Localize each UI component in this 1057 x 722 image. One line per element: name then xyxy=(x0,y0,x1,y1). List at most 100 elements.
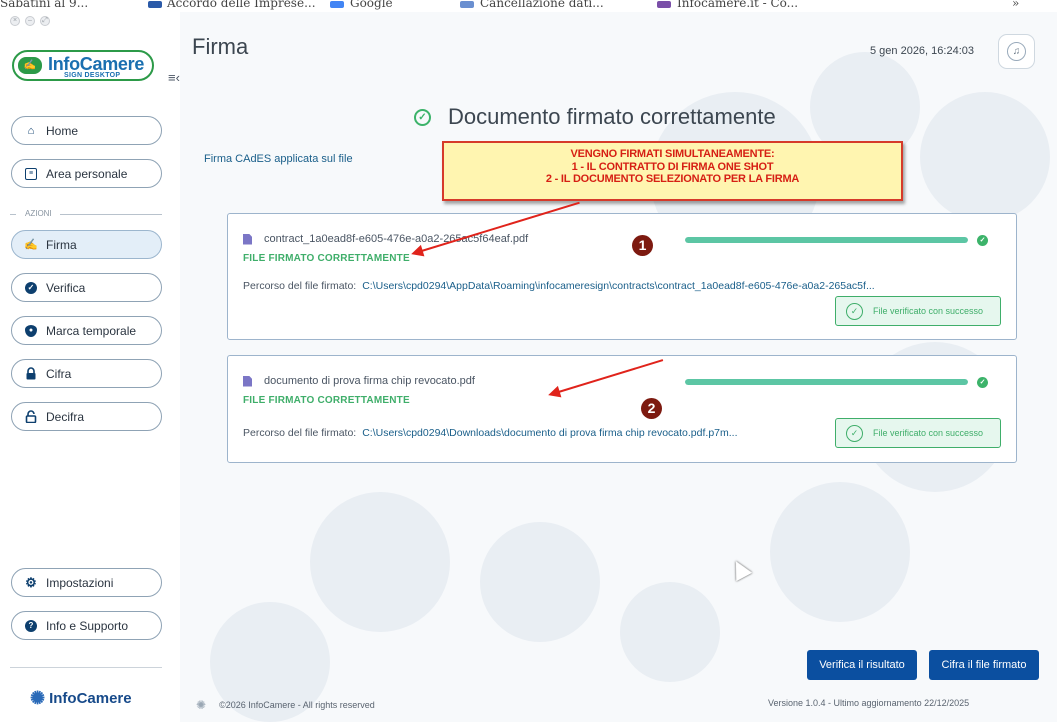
path-label: Percorso del file firmato: xyxy=(243,427,357,439)
check-circle-icon: ✓ xyxy=(846,424,863,442)
sidebar: × – ⤢ ✍ InfoCamere SIGN DESKTOP ≡‹ ⌂ Hom… xyxy=(0,12,180,722)
annotation-line: 1 - IL CONTRATTO DI FIRMA ONE SHOT xyxy=(571,160,774,173)
gear-icon: ⚙ xyxy=(25,574,37,590)
verified-badge[interactable]: ✓ File verificato con successo xyxy=(835,418,1001,448)
path-value[interactable]: C:\Users\cpd0294\AppData\Roaming\infocam… xyxy=(362,280,874,292)
progress-fill xyxy=(685,237,968,243)
bookmark-item[interactable]: Sabatini al 9... xyxy=(0,0,88,10)
signing-progress-bar xyxy=(685,379,968,385)
background-decoration xyxy=(310,492,450,632)
sidebar-item-label: Cifra xyxy=(46,366,72,381)
background-decoration xyxy=(920,92,1050,222)
annotation-marker-1: 1 xyxy=(632,235,653,256)
page-title: Firma xyxy=(192,34,249,59)
signed-file-path: Percorso del file firmato: C:\Users\cpd02… xyxy=(243,427,738,439)
file-status: FILE FIRMATO CORRETTAMENTE xyxy=(243,253,410,264)
notifications-button[interactable]: ♫ xyxy=(998,34,1035,69)
footer-brand: InfoCamere xyxy=(49,690,132,707)
bookmark-item[interactable]: Google xyxy=(350,0,393,10)
verified-badge[interactable]: ✓ File verificato con successo xyxy=(835,296,1001,326)
home-icon: ⌂ xyxy=(27,124,35,137)
annotation-callout: VENGNO FIRMATI SIMULTANEAMENTE: 1 - IL C… xyxy=(442,141,903,201)
sidebar-item-marca-temporale[interactable]: ● Marca temporale xyxy=(11,316,162,345)
signature-type-label: Firma CAdES applicata sul file xyxy=(204,153,353,165)
actions-section-header: AZIONI xyxy=(10,208,162,220)
id-card-icon: ≡ xyxy=(25,167,37,180)
bookmark-icon xyxy=(460,1,474,8)
check-icon: ✓ xyxy=(977,235,988,246)
lock-icon xyxy=(25,367,37,380)
section-label: AZIONI xyxy=(25,209,52,218)
sidebar-item-area-personale[interactable]: ≡ Area personale xyxy=(11,159,162,188)
file-name: contract_1a0ead8f-e605-476e-a0a2-265ac5f… xyxy=(243,233,528,245)
verified-text: File verificato con successo xyxy=(873,428,984,438)
close-window-icon[interactable]: × xyxy=(10,16,20,26)
file-icon xyxy=(243,233,252,245)
signed-file-card: contract_1a0ead8f-e605-476e-a0a2-265ac5f… xyxy=(227,213,1017,340)
file-icon xyxy=(243,375,252,387)
bookmark-item[interactable]: Infocamere.it - Co... xyxy=(677,0,798,10)
window-controls: × – ⤢ xyxy=(10,16,50,26)
sidebar-item-label: Decifra xyxy=(46,409,85,424)
verify-result-button[interactable]: Verifica il risultato xyxy=(807,650,917,680)
minimize-window-icon[interactable]: – xyxy=(25,16,35,26)
sidebar-item-cifra[interactable]: Cifra xyxy=(11,359,162,388)
bookmarks-more-icon[interactable]: » xyxy=(1012,0,1019,10)
sidebar-item-label: Area personale xyxy=(46,166,128,181)
app-window: × – ⤢ ✍ InfoCamere SIGN DESKTOP ≡‹ ⌂ Hom… xyxy=(0,12,1057,722)
copyright: ✺ ©2026 InfoCamere - All rights reserved xyxy=(196,698,375,712)
sidebar-item-label: Impostazioni xyxy=(46,575,114,590)
sidebar-item-label: Firma xyxy=(46,237,77,252)
sidebar-item-label: Info e Supporto xyxy=(46,618,129,633)
annotation-line: VENGNO FIRMATI SIMULTANEAMENTE: xyxy=(570,148,775,160)
logo-subtitle: SIGN DESKTOP xyxy=(64,72,121,79)
divider xyxy=(10,214,16,215)
background-decoration xyxy=(770,482,910,622)
sidebar-item-firma[interactable]: ✍ Firma xyxy=(11,230,162,259)
logo-signature-icon: ✍ xyxy=(18,57,42,74)
signature-icon: ✍ xyxy=(24,239,38,251)
encrypt-signed-file-button[interactable]: Cifra il file firmato xyxy=(929,650,1039,680)
success-headline: ✓ Documento firmato correttamente xyxy=(414,104,776,130)
mouse-cursor-icon xyxy=(727,556,753,582)
verified-text: File verificato con successo xyxy=(873,306,984,316)
sidebar-item-label: Home xyxy=(46,123,79,138)
bookmark-item[interactable]: Cancellazione dati... xyxy=(480,0,604,10)
sidebar-item-impostazioni[interactable]: ⚙ Impostazioni xyxy=(11,568,162,597)
divider xyxy=(60,214,162,215)
check-icon: ✓ xyxy=(977,377,988,388)
verified-icon: ✓ xyxy=(25,281,37,294)
unlock-icon xyxy=(25,410,37,423)
help-icon: ? xyxy=(25,619,37,632)
footer-logo: ✺ InfoCamere xyxy=(30,688,132,709)
annotation-line: 2 - IL DOCUMENTO SELEZIONATO PER LA FIRM… xyxy=(545,173,800,185)
file-status: FILE FIRMATO CORRETTAMENTE xyxy=(243,395,410,406)
shield-icon: ● xyxy=(25,324,37,337)
check-circle-icon: ✓ xyxy=(414,108,431,126)
bell-icon: ♫ xyxy=(1007,42,1026,61)
sidebar-item-label: Verifica xyxy=(46,280,86,295)
sidebar-item-verifica[interactable]: ✓ Verifica xyxy=(11,273,162,302)
check-circle-icon: ✓ xyxy=(846,302,863,320)
path-value[interactable]: C:\Users\cpd0294\Downloads\documento di … xyxy=(362,427,737,439)
bookmark-icon xyxy=(148,1,162,8)
annotation-marker-2: 2 xyxy=(641,398,662,419)
file-name-text: documento di prova firma chip revocato.p… xyxy=(264,375,475,387)
background-decoration xyxy=(620,582,720,682)
collapse-sidebar-icon[interactable]: ≡‹ xyxy=(168,70,180,85)
divider xyxy=(10,667,162,668)
progress-fill xyxy=(685,379,968,385)
bookmark-item[interactable]: Accordo delle Imprese... xyxy=(167,0,316,10)
bookmark-icon xyxy=(657,1,671,8)
maximize-window-icon[interactable]: ⤢ xyxy=(40,16,50,26)
sidebar-item-home[interactable]: ⌂ Home xyxy=(11,116,162,145)
file-name-text: contract_1a0ead8f-e605-476e-a0a2-265ac5f… xyxy=(264,233,529,245)
signed-file-path: Percorso del file firmato: C:\Users\cpd02… xyxy=(243,280,875,292)
infocamere-logo-icon: ✺ xyxy=(30,688,46,708)
background-decoration xyxy=(480,522,600,642)
sidebar-item-decifra[interactable]: Decifra xyxy=(11,402,162,431)
path-label: Percorso del file firmato: xyxy=(243,280,357,292)
headline-text: Documento firmato correttamente xyxy=(448,104,776,129)
app-logo: ✍ InfoCamere SIGN DESKTOP xyxy=(12,50,154,81)
sidebar-item-info-supporto[interactable]: ? Info e Supporto xyxy=(11,611,162,640)
